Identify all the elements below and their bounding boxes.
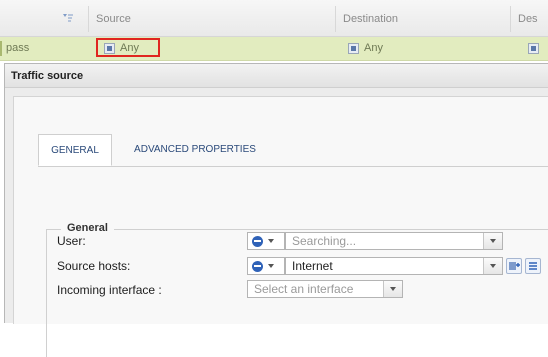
rule-row[interactable]: pass Any Any — [0, 37, 548, 61]
source-hosts-value: Internet — [292, 259, 333, 273]
chevron-down-icon — [268, 264, 274, 268]
source-cell-highlight — [96, 38, 160, 57]
user-label: User: — [57, 234, 86, 248]
user-type-picker[interactable] — [247, 232, 285, 250]
tab-general[interactable]: GENERAL — [38, 134, 112, 166]
tab-advanced-properties[interactable]: ADVANCED PROPERTIES — [120, 134, 270, 166]
dialog-title: Traffic source — [5, 64, 548, 88]
dropdown-arrow-icon[interactable] — [483, 233, 502, 249]
rules-grid-header: Source Destination Des — [0, 0, 548, 37]
column-header-destination-port[interactable]: Des — [518, 0, 538, 36]
incoming-interface-label: Incoming interface : — [57, 283, 162, 297]
column-separator[interactable] — [88, 6, 89, 32]
column-header-destination[interactable]: Destination — [343, 0, 398, 36]
section-title: General — [61, 222, 114, 234]
traffic-source-dialog: Traffic source GENERAL ADVANCED PROPERTI… — [4, 63, 548, 357]
column-separator[interactable] — [335, 6, 336, 32]
add-host-icon — [509, 262, 520, 270]
tab-bar: GENERAL ADVANCED PROPERTIES — [38, 134, 548, 167]
host-list-button[interactable] — [525, 258, 541, 274]
column-separator[interactable] — [510, 6, 511, 32]
row-marker — [0, 41, 2, 56]
source-hosts-type-picker[interactable] — [247, 257, 285, 275]
user-combobox[interactable]: Searching... — [285, 232, 503, 250]
incoming-interface-placeholder: Select an interface — [254, 282, 354, 296]
chevron-down-icon — [268, 239, 274, 243]
add-host-button[interactable] — [506, 258, 522, 274]
source-hosts-label: Source hosts: — [57, 259, 131, 273]
globe-icon — [252, 236, 263, 247]
rule-destination-cell[interactable]: Any — [364, 37, 383, 60]
rule-action: pass — [6, 42, 30, 54]
source-hosts-combobox[interactable]: Internet — [285, 257, 503, 275]
list-icon — [529, 262, 537, 270]
incoming-interface-combobox[interactable]: Select an interface — [247, 280, 403, 298]
column-header-source[interactable]: Source — [96, 0, 131, 36]
sort-icon[interactable] — [62, 13, 74, 23]
globe-icon — [252, 261, 263, 272]
any-object-icon — [348, 43, 359, 54]
any-object-icon — [528, 43, 539, 54]
dropdown-arrow-icon[interactable] — [383, 281, 402, 297]
dropdown-arrow-icon[interactable] — [483, 258, 502, 274]
user-placeholder: Searching... — [292, 234, 357, 248]
